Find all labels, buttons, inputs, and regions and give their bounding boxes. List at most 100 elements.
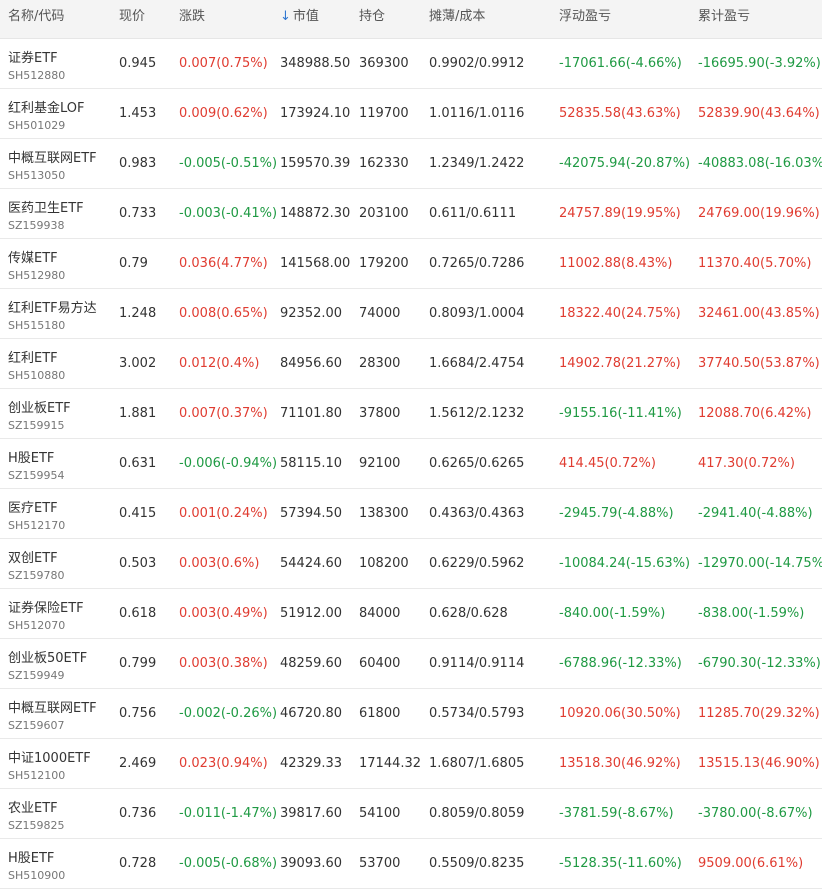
column-header-name-code[interactable]: 名称/代码 — [8, 0, 64, 38]
table-body: 证券ETF SH512880 0.945 0.007(0.75%) 348988… — [0, 39, 822, 889]
table-row[interactable]: 创业板50ETF SZ159949 0.799 0.003(0.38%) 482… — [0, 639, 822, 689]
market-value-cell: 39093.60 — [280, 856, 343, 871]
table-row[interactable]: 传媒ETF SH512980 0.79 0.036(4.77%) 141568.… — [0, 239, 822, 289]
column-header-cost[interactable]: 摊薄/成本 — [429, 0, 485, 38]
column-header-total-pnl[interactable]: 累计盈亏 — [698, 0, 750, 38]
table-row[interactable]: 证券ETF SH512880 0.945 0.007(0.75%) 348988… — [0, 39, 822, 89]
table-row[interactable]: 中证1000ETF SH512100 2.469 0.023(0.94%) 42… — [0, 739, 822, 789]
fund-code: SH512070 — [8, 619, 66, 632]
fund-name: 医药卫生ETF — [8, 201, 84, 216]
column-header-market-value[interactable]: ↓ 市值 — [280, 0, 319, 38]
market-value-cell: 57394.50 — [280, 506, 343, 521]
table-row[interactable]: 红利基金LOF SH501029 1.453 0.009(0.62%) 1739… — [0, 89, 822, 139]
change-cell: 0.023(0.94%) — [179, 756, 268, 771]
table-row[interactable]: 双创ETF SZ159780 0.503 0.003(0.6%) 54424.6… — [0, 539, 822, 589]
total-pnl-cell: 24769.00(19.96%) — [698, 206, 820, 221]
change-cell: -0.006(-0.94%) — [179, 456, 278, 471]
fund-code: SH513050 — [8, 169, 66, 182]
column-header-change[interactable]: 涨跌 — [179, 0, 205, 38]
fund-code: SH510900 — [8, 869, 66, 882]
float-pnl-cell: -840.00(-1.59%) — [559, 606, 666, 621]
price-cell: 0.945 — [119, 56, 157, 71]
market-value-cell: 46720.80 — [280, 706, 343, 721]
market-value-cell: 141568.00 — [280, 256, 351, 271]
total-pnl-cell: -838.00(-1.59%) — [698, 606, 805, 621]
table-row[interactable]: 创业板ETF SZ159915 1.881 0.007(0.37%) 71101… — [0, 389, 822, 439]
table-row[interactable]: H股ETF SH510900 0.728 -0.005(-0.68%) 3909… — [0, 839, 822, 889]
price-cell: 2.469 — [119, 756, 157, 771]
change-cell: 0.003(0.49%) — [179, 606, 268, 621]
fund-name: 红利ETF — [8, 351, 58, 366]
float-pnl-cell: -42075.94(-20.87%) — [559, 156, 691, 171]
market-value-cell: 348988.50 — [280, 56, 351, 71]
column-header-market-value-label: 市值 — [292, 9, 319, 24]
fund-code: SZ159915 — [8, 419, 65, 432]
fund-code: SH512100 — [8, 769, 66, 782]
float-pnl-cell: 18322.40(24.75%) — [559, 306, 681, 321]
holding-cell: 369300 — [359, 56, 409, 71]
change-cell: 0.012(0.4%) — [179, 356, 260, 371]
fund-code: SZ159780 — [8, 569, 65, 582]
change-cell: 0.007(0.37%) — [179, 406, 268, 421]
float-pnl-cell: -5128.35(-11.60%) — [559, 856, 682, 871]
fund-code: SZ159607 — [8, 719, 65, 732]
cost-cell: 0.6265/0.6265 — [429, 456, 525, 471]
market-value-cell: 92352.00 — [280, 306, 343, 321]
fund-name: H股ETF — [8, 451, 55, 466]
table-row[interactable]: 农业ETF SZ159825 0.736 -0.011(-1.47%) 3981… — [0, 789, 822, 839]
float-pnl-cell: -6788.96(-12.33%) — [559, 656, 682, 671]
price-cell: 0.756 — [119, 706, 157, 721]
table-row[interactable]: 医疗ETF SH512170 0.415 0.001(0.24%) 57394.… — [0, 489, 822, 539]
holding-cell: 162330 — [359, 156, 409, 171]
fund-code: SZ159949 — [8, 669, 65, 682]
table-row[interactable]: 中概互联网ETF SZ159607 0.756 -0.002(-0.26%) 4… — [0, 689, 822, 739]
column-header-holding[interactable]: 持仓 — [359, 0, 385, 38]
market-value-cell: 58115.10 — [280, 456, 343, 471]
market-value-cell: 148872.30 — [280, 206, 351, 221]
change-cell: 0.009(0.62%) — [179, 106, 268, 121]
fund-name: 农业ETF — [8, 801, 58, 816]
column-header-float-pnl[interactable]: 浮动盈亏 — [559, 0, 611, 38]
change-cell: -0.005(-0.68%) — [179, 856, 278, 871]
price-cell: 0.631 — [119, 456, 157, 471]
market-value-cell: 71101.80 — [280, 406, 343, 421]
fund-name: 创业板ETF — [8, 401, 71, 416]
table-row[interactable]: 医药卫生ETF SZ159938 0.733 -0.003(-0.41%) 14… — [0, 189, 822, 239]
holding-cell: 17144.32 — [359, 756, 422, 771]
market-value-cell: 48259.60 — [280, 656, 343, 671]
column-header-price[interactable]: 现价 — [119, 0, 145, 38]
change-cell: 0.003(0.38%) — [179, 656, 268, 671]
change-cell: -0.002(-0.26%) — [179, 706, 278, 721]
price-cell: 0.983 — [119, 156, 157, 171]
holding-cell: 54100 — [359, 806, 401, 821]
price-cell: 0.618 — [119, 606, 157, 621]
price-cell: 0.79 — [119, 256, 148, 271]
holding-cell: 84000 — [359, 606, 401, 621]
cost-cell: 0.628/0.628 — [429, 606, 508, 621]
fund-name: 医疗ETF — [8, 501, 58, 516]
float-pnl-cell: 414.45(0.72%) — [559, 456, 656, 471]
price-cell: 0.503 — [119, 556, 157, 571]
price-cell: 0.733 — [119, 206, 157, 221]
float-pnl-cell: 24757.89(19.95%) — [559, 206, 681, 221]
holding-cell: 74000 — [359, 306, 401, 321]
float-pnl-cell: -10084.24(-15.63%) — [559, 556, 691, 571]
table-row[interactable]: 红利ETF SH510880 3.002 0.012(0.4%) 84956.6… — [0, 339, 822, 389]
holding-cell: 203100 — [359, 206, 409, 221]
fund-code: SH515180 — [8, 319, 66, 332]
holding-cell: 108200 — [359, 556, 409, 571]
fund-code: SH501029 — [8, 119, 66, 132]
fund-code: SH510880 — [8, 369, 66, 382]
table-row[interactable]: 红利ETF易方达 SH515180 1.248 0.008(0.65%) 923… — [0, 289, 822, 339]
change-cell: -0.003(-0.41%) — [179, 206, 278, 221]
table-row[interactable]: 中概互联网ETF SH513050 0.983 -0.005(-0.51%) 1… — [0, 139, 822, 189]
table-row[interactable]: 证券保险ETF SH512070 0.618 0.003(0.49%) 5191… — [0, 589, 822, 639]
float-pnl-cell: -9155.16(-11.41%) — [559, 406, 682, 421]
cost-cell: 0.5734/0.5793 — [429, 706, 525, 721]
market-value-cell: 51912.00 — [280, 606, 343, 621]
arrow-down-icon: ↓ — [280, 9, 291, 24]
fund-name: 红利基金LOF — [8, 101, 85, 116]
table-row[interactable]: H股ETF SZ159954 0.631 -0.006(-0.94%) 5811… — [0, 439, 822, 489]
float-pnl-cell: 14902.78(21.27%) — [559, 356, 681, 371]
cost-cell: 0.8093/1.0004 — [429, 306, 525, 321]
